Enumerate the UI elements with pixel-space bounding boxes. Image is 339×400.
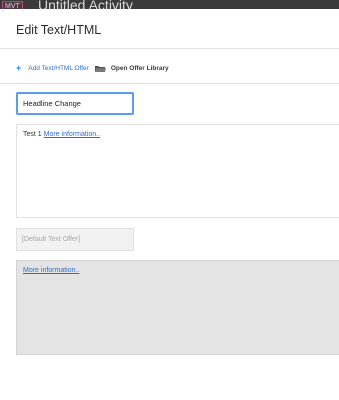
offer-toolbar: + Add Text/HTML Offer Open Offer Library	[16, 62, 169, 74]
preview-more-information-link[interactable]: More information..	[23, 267, 79, 274]
offer-name-input[interactable]	[16, 92, 134, 115]
folder-icon[interactable]	[94, 65, 106, 72]
toolbar-divider	[0, 83, 339, 84]
header-divider	[0, 48, 339, 49]
editor-text: Test 1	[23, 131, 42, 138]
open-offer-library-button[interactable]: Open Offer Library	[111, 65, 169, 72]
add-text-html-offer-button[interactable]: Add Text/HTML Offer	[28, 65, 89, 72]
default-text-offer-field[interactable]: [Default Text Offer]	[16, 228, 134, 251]
edit-text-html-modal: Edit Text/HTML + Add Text/HTML Offer Ope…	[0, 9, 339, 400]
modal-title: Edit Text/HTML	[16, 23, 102, 37]
more-information-link[interactable]: More information..	[44, 131, 100, 138]
html-content-editor[interactable]: Test 1 More information..	[16, 124, 339, 218]
offer-preview-panel: More information..	[16, 260, 339, 355]
plus-icon[interactable]: +	[16, 63, 21, 73]
